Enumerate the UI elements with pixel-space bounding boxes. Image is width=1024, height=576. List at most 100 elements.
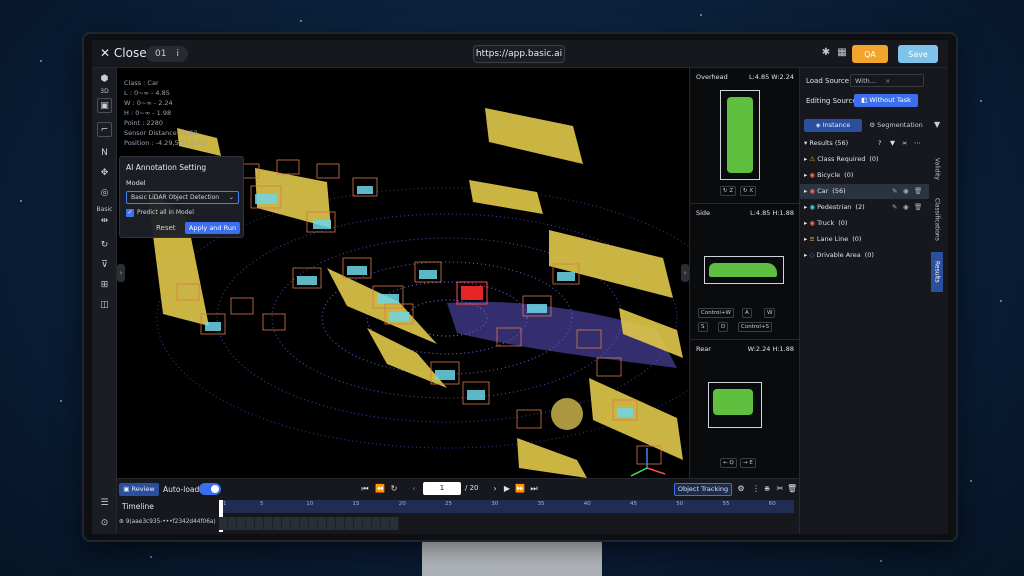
rewind-icon[interactable]: ⏪ <box>375 483 385 495</box>
reload-icon[interactable]: ↻ <box>389 483 399 495</box>
class-row-drivable-area[interactable]: ▸ ◇ Drivable Area (0) <box>800 248 929 263</box>
frame-input[interactable]: 1 <box>423 482 461 495</box>
timeline-tick: 40 <box>583 501 591 507</box>
timeline-tick: 25 <box>445 501 452 507</box>
collapse-all-icon[interactable]: ≍ <box>902 136 907 151</box>
side-view[interactable]: Side L:4.85 H:1.88 Control+W A W S D Con… <box>690 204 800 340</box>
delete-icon[interactable]: 🗑 <box>914 184 922 199</box>
trash-icon[interactable]: 🗑 <box>787 483 797 495</box>
editing-source-button[interactable]: ◧ Without Task <box>854 94 918 107</box>
review-button[interactable]: ▣ Review <box>119 483 159 496</box>
info-length: L : 0~∞ - 4.85 <box>124 89 170 97</box>
settings-icon[interactable]: ☰ <box>97 496 112 511</box>
rear-box <box>708 382 762 428</box>
object-tracking-button[interactable]: Object Tracking <box>674 483 732 496</box>
class-row-class-required[interactable]: ▸ ⚠ Class Required (0) <box>800 152 929 167</box>
filter-small-icon[interactable]: ▼ <box>890 136 895 151</box>
close-button[interactable]: ✕ Close <box>100 46 147 60</box>
move-tool-icon[interactable]: ✥ <box>97 166 112 181</box>
track-tool-icon[interactable]: ◎ <box>97 186 112 201</box>
instance-icon: ◈ <box>815 121 823 129</box>
background-star <box>1000 300 1002 302</box>
filter-icon[interactable]: ▼ <box>934 120 940 129</box>
key-w-button[interactable]: W <box>764 308 776 318</box>
expand-right-handle[interactable]: › <box>681 264 689 282</box>
pointcloud-viewport[interactable]: Class : Car L : 0~∞ - 4.85 W : 0~∞ - 2.2… <box>117 68 689 478</box>
tab-segmentation[interactable]: ⚙ Segmentation <box>864 119 928 132</box>
rotate-q-button[interactable]: ← Q <box>720 458 737 468</box>
apply-and-run-button[interactable]: Apply and Run <box>185 222 240 234</box>
review-label: Review <box>131 485 155 493</box>
layout-tool-icon[interactable]: ◫ <box>97 298 112 313</box>
bug-icon[interactable]: ✱ <box>820 47 832 59</box>
timeline-track[interactable] <box>219 517 399 530</box>
clear-icon[interactable]: × <box>885 75 890 87</box>
fast-forward-icon[interactable]: ⏩ <box>515 483 525 495</box>
overhead-title: Overhead <box>696 73 728 81</box>
visibility-icon[interactable]: ◉ <box>903 200 909 215</box>
polyline-tool-icon[interactable]: N <box>97 146 112 161</box>
vtab-results[interactable]: Results <box>931 252 943 292</box>
edit-icon[interactable]: ✎ <box>892 184 897 199</box>
delete-icon[interactable]: 🗑 <box>914 200 922 215</box>
class-row-lane-line[interactable]: ▸ ≡ Lane Line (0) <box>800 232 929 247</box>
cube-icon[interactable]: ⬢ <box>97 72 112 87</box>
class-label: Car <box>817 187 829 195</box>
first-frame-icon[interactable]: ⏮ <box>360 483 370 495</box>
qa-button[interactable]: QA <box>852 45 888 63</box>
model-select[interactable]: Basic LiDAR Object Detection ⌄ <box>126 191 239 204</box>
rotate-x-button[interactable]: ↻ X <box>740 186 757 196</box>
help-icon[interactable]: ⊙ <box>97 516 112 531</box>
expand-left-handle[interactable]: › <box>117 264 125 282</box>
vtab-validity[interactable]: Validity <box>931 154 943 184</box>
split-icon[interactable]: ⋮ <box>751 483 761 495</box>
save-button[interactable]: Save <box>898 45 938 63</box>
class-row-truck[interactable]: ▸ ◉ Truck (0) <box>800 216 929 231</box>
visibility-icon[interactable]: ◉ <box>903 184 909 199</box>
overhead-view[interactable]: Overhead L:4.85 W:2.24 ↻ Z ↻ X <box>690 68 800 204</box>
grid-tool-icon[interactable]: ⊞ <box>97 278 112 293</box>
timeline-ruler[interactable]: 1 5 10 15 20 25 30 35 40 45 50 55 60 <box>219 500 794 513</box>
prev-frame-icon[interactable]: ‹ <box>409 483 419 495</box>
last-frame-icon[interactable]: ⏭ <box>529 483 539 495</box>
info-position: Position : -4.29,5.51,0.72 <box>124 139 206 147</box>
class-count: (2) <box>855 203 865 211</box>
key-d-button[interactable]: D <box>718 322 729 332</box>
edit-icon[interactable]: ✎ <box>892 200 897 215</box>
box-tool-icon[interactable]: ▣ <box>97 98 112 113</box>
grid-icon[interactable]: ▦ <box>836 47 848 59</box>
settings-gear-icon[interactable]: ⚙ <box>736 483 746 495</box>
play-icon[interactable]: ▶ <box>502 483 512 495</box>
class-row-car[interactable]: ▸ ◉ Car (56) ✎ ◉ 🗑 <box>800 184 929 199</box>
control-s-button[interactable]: Control+S <box>738 322 772 332</box>
key-a-button[interactable]: A <box>742 308 752 318</box>
polygon-tool-icon[interactable]: ⌐ <box>97 122 112 137</box>
tab-instance[interactable]: ◈ Instance <box>804 119 862 132</box>
rotate-e-button[interactable]: → E <box>740 458 756 468</box>
rear-view[interactable]: Rear W:2.24 H:1.88 ← Q → E <box>690 340 800 478</box>
help-circle-icon[interactable]: ? <box>878 136 881 151</box>
reset-button[interactable]: Reset <box>156 224 176 232</box>
qa-label: QA <box>864 49 876 59</box>
key-s-button[interactable]: S <box>698 322 708 332</box>
rotate-tool-icon[interactable]: ↻ <box>97 238 112 253</box>
vtab-classifications-label: Classifications <box>933 197 941 241</box>
class-row-pedestrian[interactable]: ▸ ◉ Pedestrian (2) ✎ ◉ 🗑 <box>800 200 929 215</box>
predict-all-checkbox[interactable]: ✓ <box>126 209 134 217</box>
rotate-z-button[interactable]: ↻ Z <box>720 186 737 196</box>
load-source-select[interactable]: With... × <box>850 74 924 87</box>
cut-icon[interactable]: ✂ <box>775 483 785 495</box>
filter-tool-icon[interactable]: ⊽ <box>97 258 112 273</box>
next-frame-icon[interactable]: › <box>490 483 500 495</box>
autoload-toggle[interactable] <box>199 483 221 495</box>
class-row-bicycle[interactable]: ▸ ◉ Bicycle (0) <box>800 168 929 183</box>
fit-tool-icon[interactable]: ⇹ <box>97 214 112 229</box>
close-label: Close <box>113 46 147 60</box>
keyframe-icon[interactable]: ⋇ <box>762 483 772 495</box>
frame-chip[interactable]: 01 i <box>146 46 188 62</box>
info-points: Point : 2280 <box>124 119 164 127</box>
editing-source-value: Without Task <box>869 96 911 104</box>
control-w-button[interactable]: Control+W <box>698 308 734 318</box>
vtab-classifications[interactable]: Classifications <box>931 188 943 250</box>
more-icon[interactable]: ⋯ <box>914 136 921 151</box>
